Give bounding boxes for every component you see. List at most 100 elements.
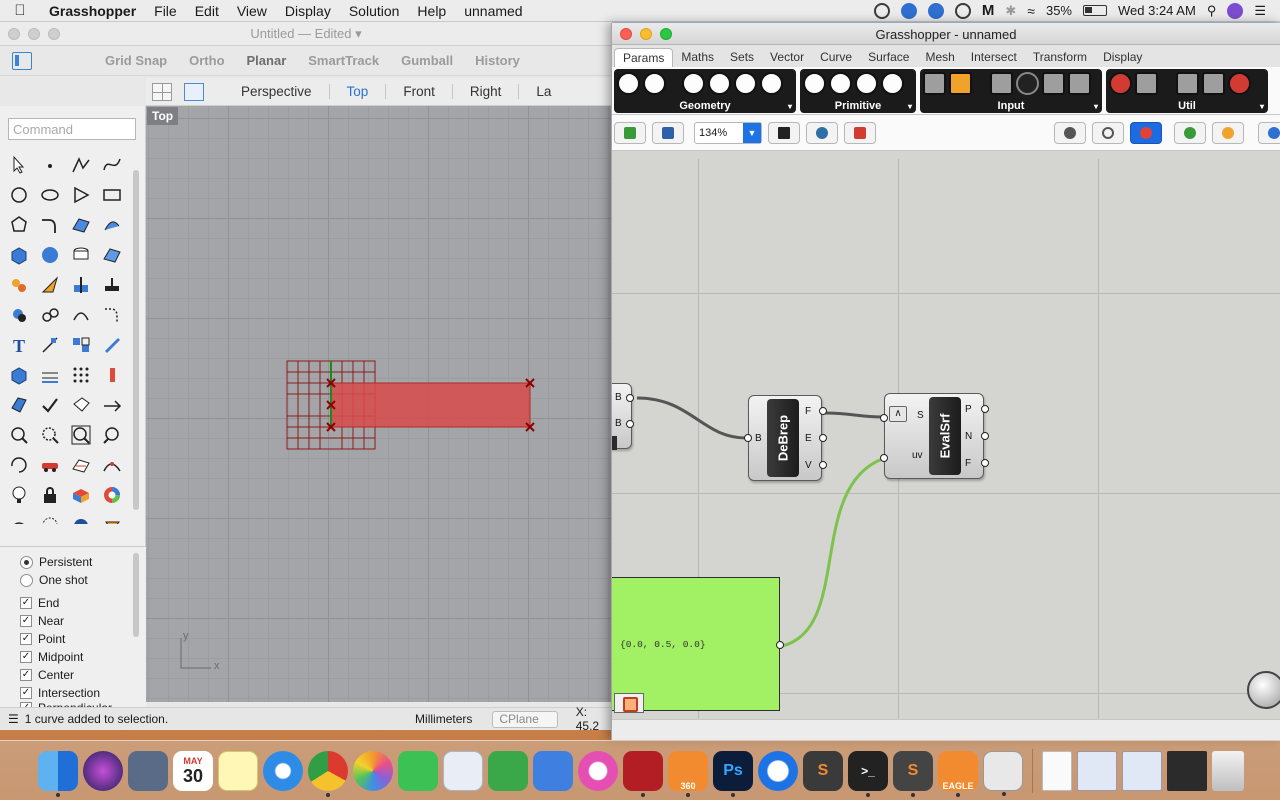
evalsrf-input-s-grip[interactable] [880,414,888,422]
tab-top[interactable]: Top [328,84,386,99]
dock-siri-icon[interactable] [83,750,123,791]
preview-eye-icon[interactable] [806,122,838,144]
dock-eagle-icon[interactable]: EAGLE [938,750,978,797]
tab-curve[interactable]: Curve [812,48,860,67]
light-tool-icon[interactable] [4,480,34,510]
top-viewport[interactable]: Top y x [146,106,612,702]
one-shot-radio[interactable] [20,573,33,587]
dock-document-icon[interactable] [1042,750,1072,791]
dock-terminal-icon[interactable]: >_ [848,750,888,797]
point-param-icon[interactable] [643,72,666,95]
geometry-param-icon[interactable] [617,72,640,95]
apple-menu-icon[interactable]:  [0,2,40,19]
menu-help[interactable]: Help [408,3,455,19]
curvature-tool-icon[interactable] [97,450,127,480]
bluetooth-icon[interactable]: ✱ [1005,3,1016,19]
group-tool-icon[interactable] [4,300,34,330]
zoom-extents-canvas-icon[interactable] [768,122,800,144]
check-tool-icon[interactable] [35,390,65,420]
osnap-center-checkbox[interactable]: ✓ [20,669,32,681]
snap-mode-one-shot[interactable]: One shot [0,571,146,589]
persistent-radio[interactable] [20,555,33,569]
spotlight-search-icon[interactable]: ⚲ [1207,3,1217,19]
ribbon-label-primitive[interactable]: Primitive [800,100,916,113]
dock-fusion-360-icon[interactable]: 360 [668,750,708,797]
panel-output-grip[interactable] [776,641,784,649]
cplane-selector[interactable]: CPlane [492,710,558,728]
fillet-tool-icon[interactable] [35,210,65,240]
tab-display[interactable]: Display [1095,48,1150,67]
join-tool-icon[interactable] [35,300,65,330]
focus-icon[interactable] [954,2,971,19]
solid-tool-icon[interactable] [4,360,34,390]
evalsrf-output-n-grip[interactable] [981,432,989,440]
arrow-right-icon[interactable] [1176,72,1199,95]
osnap-end-checkbox[interactable]: ✓ [20,597,32,609]
toggle-ortho[interactable]: Ortho [178,53,235,68]
dock-facetime-icon[interactable] [398,750,438,791]
wifi-icon[interactable]: ≈ [1027,3,1035,19]
toggle-gumball[interactable]: Gumball [390,53,464,68]
toggle-icon[interactable] [990,72,1013,95]
select-tool-icon[interactable] [4,150,34,180]
toggle-history[interactable]: History [464,53,531,68]
clock[interactable]: Wed 3:24 AM [1118,3,1196,18]
tool-palette-scrollbar[interactable] [133,170,139,510]
arc-tool-icon[interactable] [66,300,96,330]
point-tool-icon[interactable] [35,150,65,180]
grasshopper-title-bar[interactable]: Grasshopper - unnamed [612,23,1280,45]
dock-photoshop-file-icon[interactable] [1167,750,1207,791]
teamviewer-icon[interactable] [900,2,917,19]
dock-chrome-icon[interactable] [308,750,348,797]
shade-tool-icon[interactable] [66,510,96,524]
osnap-intersection-checkbox[interactable]: ✓ [20,687,32,699]
curve-tool-icon[interactable] [97,150,127,180]
osnap-midpoint[interactable]: ✓ Midpoint [0,648,146,666]
rectangle-tool-icon[interactable] [97,180,127,210]
partial-brep-component[interactable]: B B ct [612,383,634,450]
brep-param-icon[interactable] [760,72,783,95]
toggle-planar[interactable]: Planar [236,53,298,68]
osnap-scrollbar[interactable] [133,553,139,637]
hatch-tool-icon[interactable] [35,360,65,390]
menu-solution[interactable]: Solution [340,3,409,19]
debrep-component[interactable]: B DeBrep F E V [744,395,827,481]
debrep-output-v-grip[interactable] [819,461,827,469]
revolve-tool-icon[interactable] [35,510,65,524]
dock-photos-icon[interactable] [353,750,393,791]
preview-wireframe-icon[interactable] [1092,122,1124,144]
zoom-selected-icon[interactable] [35,420,65,450]
scale-tool-icon[interactable] [97,360,127,390]
notification-center-icon[interactable]: ☰ [1254,3,1266,19]
polygon-tool-icon[interactable] [66,180,96,210]
zoom-extents-icon[interactable] [66,420,96,450]
menu-app-grasshopper[interactable]: Grasshopper [40,3,145,19]
single-viewport-icon[interactable] [184,82,204,101]
units-label[interactable]: Millimeters [415,712,472,726]
tab-vector[interactable]: Vector [762,48,812,67]
zoom-window-icon[interactable] [4,420,34,450]
preview-mesh-icon[interactable] [1212,122,1244,144]
arrow-outline-icon[interactable] [1202,72,1225,95]
command-input[interactable] [8,118,136,140]
surface-param-icon[interactable] [734,72,757,95]
rhino-title-bar[interactable]: Untitled — Edited ▾ [0,22,612,46]
explode-tool-icon[interactable] [35,270,65,300]
preview-off-icon[interactable] [1054,122,1086,144]
save-file-icon[interactable] [652,122,684,144]
text-param-icon[interactable] [881,72,904,95]
tab-front[interactable]: Front [385,84,452,99]
mesh-tool-icon[interactable] [97,240,127,270]
dock-finder-icon[interactable] [38,750,78,797]
osnap-midpoint-checkbox[interactable]: ✓ [20,651,32,663]
cylinder-tool-icon[interactable] [66,240,96,270]
osnap-center[interactable]: ✓ Center [0,666,146,684]
ribbon-label-util[interactable]: Util [1106,100,1268,113]
sidebar-toggle-icon[interactable] [12,51,32,70]
malwarebytes-icon[interactable]: M [982,2,995,19]
evalsrf-output-p-grip[interactable] [981,405,989,413]
dock-calendar-icon[interactable]: MAY 30 [173,750,213,791]
ribbon-label-geometry[interactable]: Geometry [614,100,796,113]
integer-param-icon[interactable] [829,72,852,95]
galapagos-icon[interactable] [1228,72,1251,95]
